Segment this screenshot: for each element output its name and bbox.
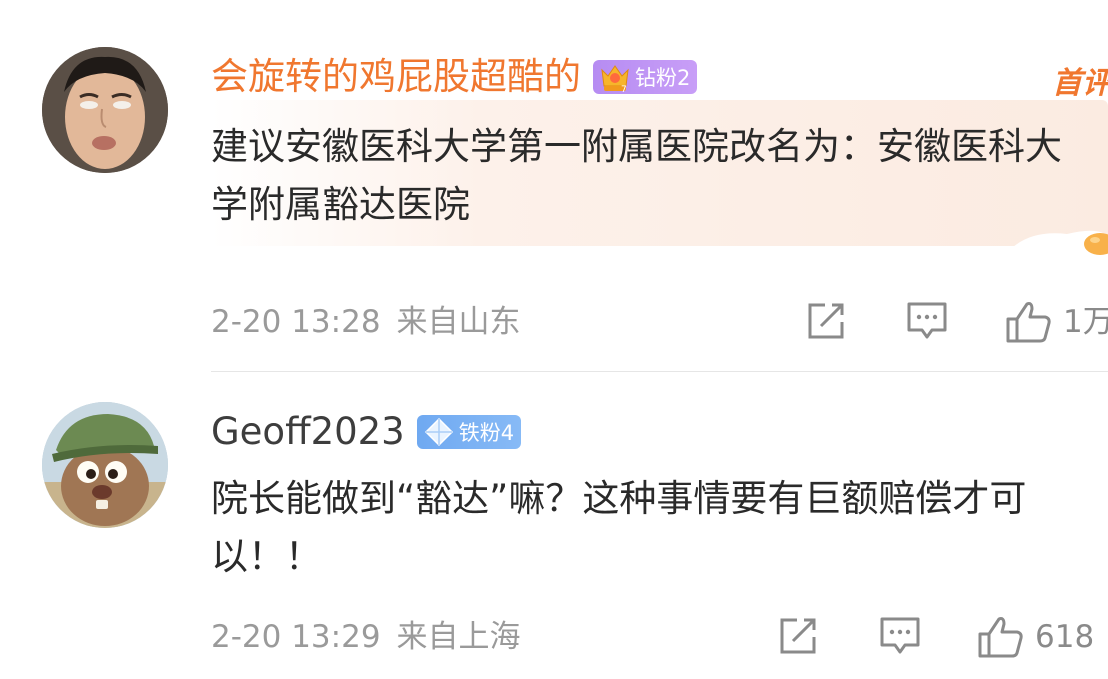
thumbs-up-icon	[978, 617, 1023, 658]
diamond-iron-fan-icon	[424, 417, 453, 447]
avatar-image	[42, 402, 168, 528]
repost-icon	[808, 303, 844, 339]
comment-text: 院长能做到“豁达”嘛？这种事情要有巨额赔偿才可以！！	[211, 477, 1027, 578]
svg-text:7: 7	[621, 85, 627, 94]
fan-badge[interactable]: 7 钻粉2	[593, 60, 698, 94]
comment-time: 2-20 13:28	[211, 304, 381, 340]
reply-button[interactable]	[905, 300, 949, 342]
fan-badge[interactable]: 铁粉4	[416, 415, 522, 449]
avatar[interactable]	[42, 402, 168, 528]
username[interactable]: Geoff2023	[211, 407, 405, 457]
thumbs-up-icon	[1006, 302, 1051, 343]
comment-time: 2-20 13:29	[211, 619, 381, 655]
comment-icon	[907, 302, 947, 339]
comment-meta: 2-20 13:28 来自山东	[211, 302, 521, 342]
crown-diamond-fan-icon: 7	[601, 65, 629, 94]
user-row: 会旋转的鸡屁股超酷的 7 钻粉2	[211, 52, 698, 102]
reply-button[interactable]	[878, 615, 922, 657]
repost-icon	[780, 618, 816, 654]
like-button[interactable]: 618	[977, 615, 1094, 659]
like-button[interactable]: 1万	[1005, 300, 1108, 344]
avatar[interactable]	[42, 47, 168, 173]
comment-item: Geoff2023 铁粉4 院长能做到“豁达”嘛？这种事情要有巨额赔偿才可以！！…	[0, 372, 1108, 679]
avatar-image	[42, 47, 168, 173]
repost-button[interactable]	[805, 300, 847, 342]
comment-meta: 2-20 13:29 来自上海	[211, 617, 521, 657]
comment-location: 来自上海	[396, 619, 521, 655]
username[interactable]: 会旋转的鸡屁股超酷的	[211, 52, 581, 102]
comment-location: 来自山东	[396, 304, 521, 340]
comment-item: 会旋转的鸡屁股超酷的 7 钻粉2 首评 建议安徽医科大学第一附属医院改名为：安徽…	[0, 0, 1108, 372]
user-row: Geoff2023 铁粉4	[211, 407, 522, 457]
first-comment-tag: 首评	[1052, 66, 1108, 101]
comment-icon	[880, 617, 920, 654]
like-count: 1万	[1063, 304, 1108, 340]
comment-text: 建议安徽医科大学第一附属医院改名为：安徽医科大学附属豁达医院	[211, 125, 1062, 226]
badge-label: 钻粉2	[635, 66, 691, 90]
repost-button[interactable]	[777, 615, 819, 657]
badge-label: 铁粉4	[458, 421, 515, 445]
like-count: 618	[1035, 619, 1095, 655]
